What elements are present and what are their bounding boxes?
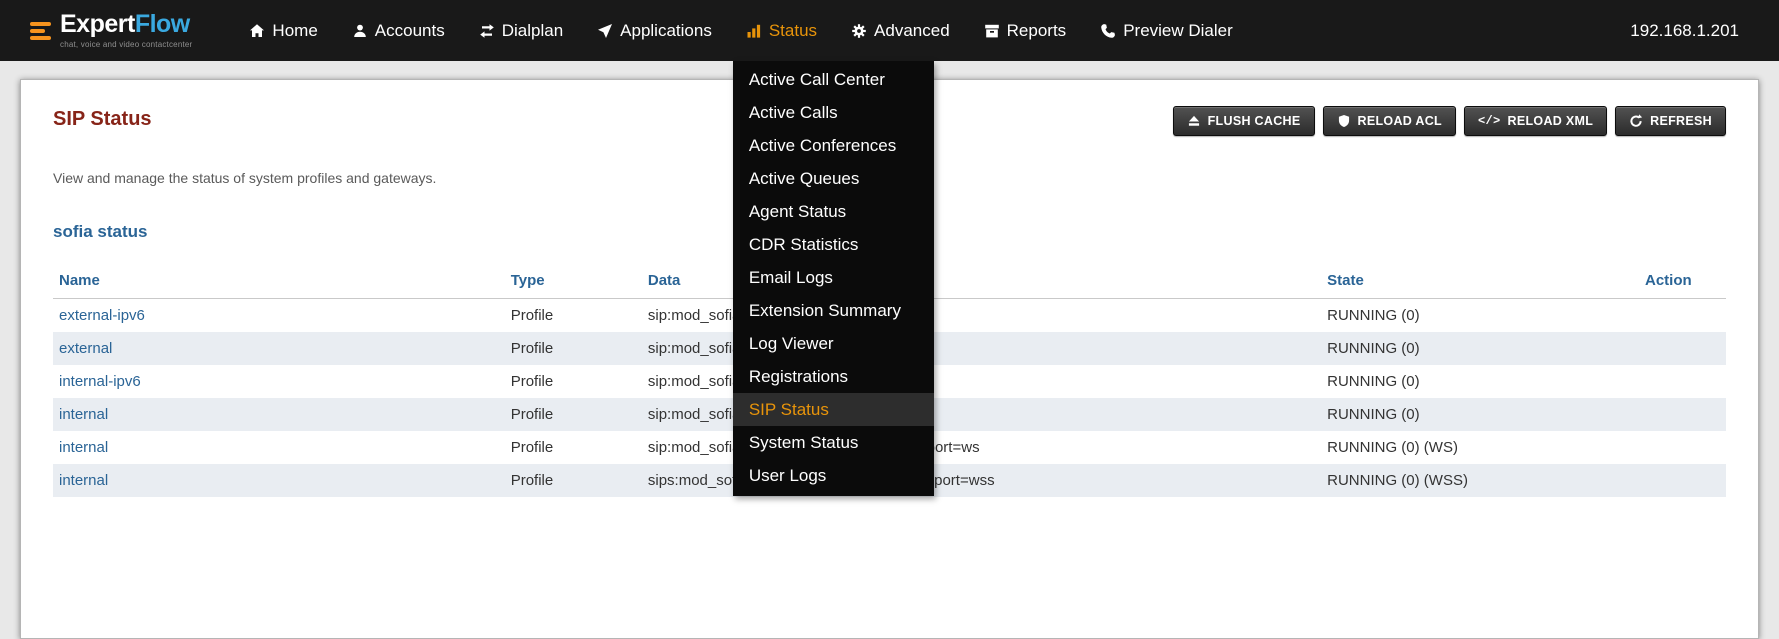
reload-acl-button[interactable]: RELOAD ACL — [1323, 106, 1456, 136]
nav-item-label: Advanced — [874, 21, 950, 41]
status-menu-item[interactable]: Active Call Center — [733, 63, 934, 96]
brand-bars-icon — [30, 22, 51, 40]
column-header: Type — [505, 264, 642, 299]
swap-arrows-icon — [479, 23, 495, 39]
page-title: SIP Status — [53, 108, 152, 131]
nav-item-reports[interactable]: Reports — [967, 0, 1084, 61]
brand-tagline: chat, voice and video contactcenter — [60, 40, 192, 49]
top-navbar: ExpertFlow chat, voice and video contact… — [0, 0, 1779, 61]
status-menu-item[interactable]: Log Viewer — [733, 327, 934, 360]
cell-action — [1639, 332, 1726, 365]
nav-item-preview-dialer[interactable]: Preview Dialer — [1083, 0, 1250, 61]
cell-name: external-ipv6 — [53, 299, 505, 332]
cell-type: Profile — [505, 299, 642, 332]
status-menu-item[interactable]: Agent Status — [733, 195, 934, 228]
nav-item-home[interactable]: Home — [232, 0, 334, 61]
button-label: FLUSH CACHE — [1208, 114, 1301, 128]
cell-state: RUNNING (0) — [1321, 365, 1639, 398]
nav-item-advanced[interactable]: Advanced — [834, 0, 967, 61]
status-menu-item[interactable]: SIP Status — [733, 393, 934, 426]
button-label: RELOAD ACL — [1358, 114, 1442, 128]
toolbar: FLUSH CACHE RELOAD ACL </> RELOAD XML RE… — [1173, 106, 1726, 136]
button-label: REFRESH — [1650, 114, 1712, 128]
reload-xml-button[interactable]: </> RELOAD XML — [1464, 106, 1607, 136]
cell-action — [1639, 398, 1726, 431]
status-menu-item[interactable]: Active Queues — [733, 162, 934, 195]
nav-item-accounts[interactable]: Accounts — [335, 0, 462, 61]
cell-type: Profile — [505, 332, 642, 365]
cell-type: Profile — [505, 431, 642, 464]
status-menu-item[interactable]: CDR Statistics — [733, 228, 934, 261]
cell-state: RUNNING (0) — [1321, 299, 1639, 332]
shield-icon — [1337, 114, 1351, 128]
cell-state: RUNNING (0) (WSS) — [1321, 464, 1639, 497]
code-icon: </> — [1478, 115, 1501, 127]
cell-type: Profile — [505, 398, 642, 431]
refresh-icon — [1629, 114, 1643, 128]
profile-name-link[interactable]: internal — [59, 439, 108, 456]
status-menu-item[interactable]: Registrations — [733, 360, 934, 393]
cell-name: internal — [53, 431, 505, 464]
nav-item-label: Applications — [620, 21, 712, 41]
status-menu-item[interactable]: Extension Summary — [733, 294, 934, 327]
nav-item-dialplan[interactable]: Dialplan — [462, 0, 580, 61]
main-nav: Home Accounts Dialplan Applications Stat… — [232, 0, 1249, 61]
status-dropdown-menu: Active Call Center Active Calls Active C… — [733, 61, 934, 496]
paper-plane-icon — [597, 23, 613, 39]
profile-name-link[interactable]: internal — [59, 472, 108, 489]
nav-item-label: Home — [272, 21, 317, 41]
status-menu-item[interactable]: User Logs — [733, 459, 934, 492]
column-header: Name — [53, 264, 505, 299]
cell-state: RUNNING (0) — [1321, 398, 1639, 431]
gear-icon — [851, 23, 867, 39]
cell-name: external — [53, 332, 505, 365]
cell-type: Profile — [505, 464, 642, 497]
status-menu-item[interactable]: Active Calls — [733, 96, 934, 129]
cell-name: internal-ipv6 — [53, 365, 505, 398]
button-label: RELOAD XML — [1508, 114, 1594, 128]
profile-name-link[interactable]: external-ipv6 — [59, 307, 145, 324]
brand-name-expert: Expert — [60, 10, 135, 38]
nav-item-status[interactable]: Status Active Call Center Active Calls A… — [729, 0, 834, 61]
cell-type: Profile — [505, 365, 642, 398]
brand-logo[interactable]: ExpertFlow chat, voice and video contact… — [30, 12, 192, 49]
profile-name-link[interactable]: internal — [59, 406, 108, 423]
server-ip: 192.168.1.201 — [1630, 21, 1739, 41]
status-menu-item[interactable]: Email Logs — [733, 261, 934, 294]
cell-state: RUNNING (0) — [1321, 332, 1639, 365]
nav-item-label: Status — [769, 21, 817, 41]
bar-chart-icon — [746, 23, 762, 39]
cell-name: internal — [53, 464, 505, 497]
status-menu-item[interactable]: System Status — [733, 426, 934, 459]
archive-box-icon — [984, 23, 1000, 39]
nav-item-label: Dialplan — [502, 21, 563, 41]
profile-name-link[interactable]: internal-ipv6 — [59, 373, 141, 390]
cell-name: internal — [53, 398, 505, 431]
flush-cache-button[interactable]: FLUSH CACHE — [1173, 106, 1315, 136]
nav-item-label: Preview Dialer — [1123, 21, 1233, 41]
nav-item-label: Accounts — [375, 21, 445, 41]
brand-text: ExpertFlow chat, voice and video contact… — [60, 12, 192, 49]
home-icon — [249, 23, 265, 39]
profile-name-link[interactable]: external — [59, 340, 112, 357]
cell-state: RUNNING (0) (WS) — [1321, 431, 1639, 464]
brand-name-flow: Flow — [135, 10, 190, 38]
cell-action — [1639, 464, 1726, 497]
eject-icon — [1187, 114, 1201, 128]
person-icon — [352, 23, 368, 39]
cell-action — [1639, 365, 1726, 398]
refresh-button[interactable]: REFRESH — [1615, 106, 1726, 136]
column-header: Action — [1639, 264, 1726, 299]
phone-icon — [1100, 23, 1116, 39]
cell-action — [1639, 431, 1726, 464]
cell-action — [1639, 299, 1726, 332]
status-menu-item[interactable]: Active Conferences — [733, 129, 934, 162]
nav-item-label: Reports — [1007, 21, 1067, 41]
nav-item-applications[interactable]: Applications — [580, 0, 729, 61]
column-header: State — [1321, 264, 1639, 299]
